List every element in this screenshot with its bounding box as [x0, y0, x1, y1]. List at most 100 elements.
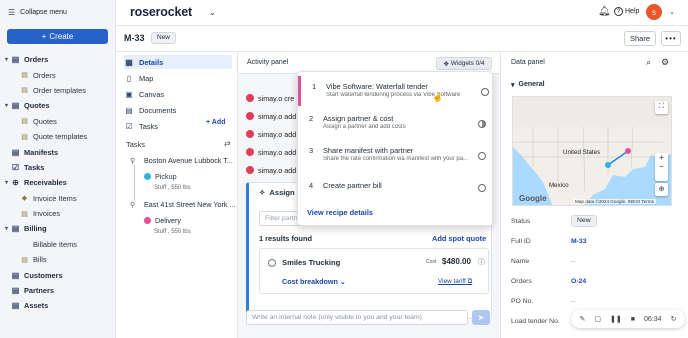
recording-time: 06:34	[644, 315, 662, 323]
sidebar-item-bills[interactable]: ▤ Bills	[0, 252, 116, 267]
search-icon[interactable]: ⌕	[646, 57, 651, 68]
view-tariff-link[interactable]: View tariff ⧉	[438, 278, 472, 286]
activity-title: Activity panel	[247, 59, 289, 66]
pickup-marker	[605, 162, 611, 168]
swap-icon[interactable]: ⇄	[224, 139, 231, 148]
help-button[interactable]: ? Help	[614, 7, 639, 16]
send-note-button[interactable]: ➤	[472, 310, 490, 325]
sidebar-item-manifests[interactable]: ▤ Manifests	[0, 144, 116, 159]
recipe-step-4[interactable]: 4 Create partner bill	[298, 172, 494, 202]
sidebar-item-assets[interactable]: ▤ Assets	[0, 298, 116, 313]
field-label: Load tender No.	[511, 318, 560, 325]
gear-icon[interactable]: ⚙	[661, 57, 669, 68]
pause-icon[interactable]: ❚❚	[610, 315, 622, 323]
zoom-out-icon[interactable]: −	[655, 162, 668, 171]
sidebar-item-billing[interactable]: ▾ ▤ Billing	[0, 221, 116, 236]
user-avatar-icon	[246, 130, 254, 138]
map-attribution: Map data ©2024 Google, INEGI Terms	[573, 199, 656, 204]
section-details[interactable]: ▦ Details	[124, 55, 232, 69]
cost-breakdown-toggle[interactable]: Cost breakdown ⌄	[282, 277, 346, 286]
map-terms[interactable]: Terms	[641, 199, 654, 204]
stop-icon[interactable]: ■	[631, 316, 635, 323]
external-link-icon: ⧉	[467, 278, 473, 285]
chevron-down-icon[interactable]: ▾	[3, 102, 10, 109]
shape-icon[interactable]: ▢	[594, 315, 601, 323]
stop-action: Pickup	[144, 172, 177, 181]
chevron-down-icon[interactable]: ⌄	[209, 8, 216, 17]
section-documents[interactable]: ▤ Documents	[124, 103, 232, 117]
feed-text: simay.o add	[258, 129, 297, 139]
section-map[interactable]: ▯ Map	[124, 71, 232, 85]
fullscreen-icon[interactable]: ⛶	[655, 101, 668, 114]
tasks-icon: ☑	[125, 121, 133, 131]
create-button[interactable]: + Create	[7, 29, 108, 44]
user-avatar-icon	[246, 112, 254, 120]
location-pin-icon: ⚲	[130, 158, 136, 165]
step-subtitle: Share the rate confirmation via manifest…	[323, 156, 469, 162]
bell-icon[interactable]: 🔔︎	[598, 6, 611, 17]
view-recipe-details-link[interactable]: View recipe details	[307, 208, 373, 217]
sidebar-item-order-templates[interactable]: ▤ Order templates	[0, 83, 116, 98]
sidebar-item-label: Tasks	[24, 162, 45, 172]
share-button[interactable]: Share	[624, 31, 656, 46]
nav-icon: ▤	[11, 301, 20, 311]
field-label: Status	[511, 218, 531, 225]
order-title-bar: M-33 New Share •••	[116, 26, 688, 52]
general-label: General	[518, 81, 545, 88]
chevron-down-icon[interactable]: ▾	[3, 179, 10, 186]
status-badge: New	[571, 215, 597, 227]
sidebar-item-orders[interactable]: ▾ ▤ Orders	[0, 52, 116, 67]
zoom-in-icon[interactable]: +	[655, 153, 668, 162]
sidebar-item-invoice-items[interactable]: ◆ Invoice Items	[0, 191, 116, 206]
nav-icon: ◆	[21, 195, 28, 203]
route-map[interactable]: United States Mexico Google Map data ©20…	[512, 96, 672, 206]
app-logo[interactable]: roserocket	[130, 5, 192, 19]
sidebar-item-billable-items[interactable]: Billable Items	[0, 237, 116, 252]
sidebar-item-invoices[interactable]: ▤ Invoices	[0, 206, 116, 221]
menu-icon: ☰	[8, 8, 16, 17]
more-options-button[interactable]: •••	[661, 31, 681, 46]
widgets-button[interactable]: ✥ Widgets 0/4	[436, 57, 492, 70]
field-label: Name	[511, 258, 530, 265]
sidebar-item-quotes[interactable]: ▤ Quotes	[0, 114, 116, 129]
create-label: Create	[49, 32, 74, 41]
section-tasks[interactable]: ☑ Tasks	[124, 119, 194, 133]
section-label: Details	[139, 57, 164, 67]
carrier-radio[interactable]	[268, 259, 276, 267]
sidebar-item-customers[interactable]: ▤ Customers	[0, 267, 116, 282]
order-link[interactable]: O-24	[571, 278, 586, 285]
recipe-step-3[interactable]: 3 Share manifest with partner Share the …	[298, 140, 494, 170]
sidebar-item-tasks[interactable]: ☑ Tasks	[0, 160, 116, 175]
carrier-option[interactable]: Smiles Trucking Cost $480.00 ⓘ Cost brea…	[259, 248, 489, 294]
recipe-step-1[interactable]: 1 Vibe Software: Waterfall tender Start …	[298, 76, 494, 106]
sidebar-item-label: Quotes	[24, 101, 50, 111]
locate-icon[interactable]: ⊕	[655, 183, 668, 196]
collapse-menu-button[interactable]: ☰ Collapse menu	[8, 8, 67, 17]
chevron-down-icon: ▾	[511, 82, 515, 89]
full-id-link[interactable]: M-33	[571, 238, 587, 245]
pencil-icon[interactable]: ✎	[580, 315, 586, 323]
avatar-chevron-icon[interactable]: ⌄	[669, 8, 675, 16]
field-value[interactable]: --	[571, 258, 576, 265]
add-task-button[interactable]: + Add	[206, 119, 225, 126]
general-section-toggle[interactable]: ▾ General	[511, 81, 545, 89]
internal-note-input[interactable]: Write an internal note (only visible to …	[246, 310, 468, 325]
delivery-icon	[144, 217, 151, 224]
sidebar-item-quote-templates[interactable]: ▤ Quote templates	[0, 129, 116, 144]
sidebar-item-quotes[interactable]: ▾ ▤ Quotes	[0, 98, 116, 113]
sidebar-item-receivables[interactable]: ▾ ⊕ Receivables	[0, 175, 116, 190]
map-attribution-text: Map data ©2024 Google, INEGI	[575, 199, 641, 204]
field-value[interactable]: --	[571, 298, 576, 305]
activity-feed-item: simay.o add	[246, 146, 296, 158]
sidebar-item-orders[interactable]: ▤ Orders	[0, 67, 116, 82]
recipe-step-2[interactable]: 2 Assign partner & cost Assign a partner…	[298, 108, 494, 138]
add-spot-quote-button[interactable]: Add spot quote	[432, 234, 486, 243]
info-icon[interactable]: ⓘ	[478, 257, 485, 267]
chevron-down-icon[interactable]: ▾	[3, 225, 10, 232]
sidebar-item-partners[interactable]: ▤ Partners	[0, 283, 116, 298]
restart-icon[interactable]: ↻	[671, 315, 677, 323]
chevron-down-icon[interactable]: ▾	[3, 56, 10, 63]
section-canvas[interactable]: ▣ Canvas	[124, 87, 232, 101]
avatar[interactable]: s	[646, 4, 662, 20]
zoom-controls[interactable]: + −	[655, 153, 668, 181]
